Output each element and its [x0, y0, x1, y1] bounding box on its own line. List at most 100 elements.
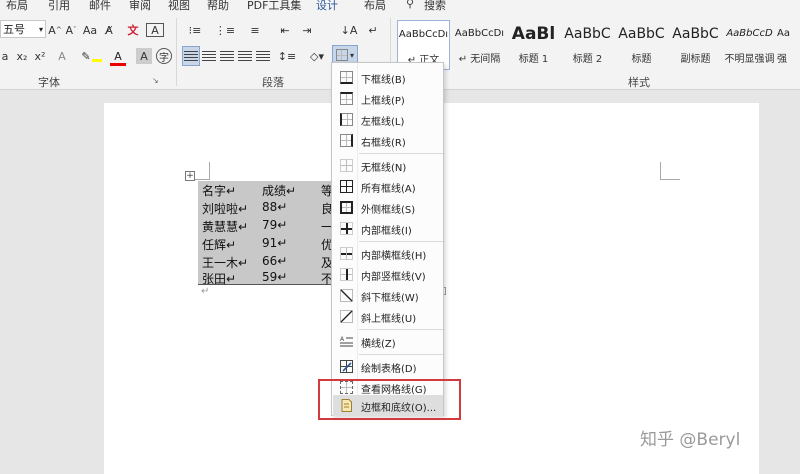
- sort-icon[interactable]: ↓A: [340, 20, 358, 40]
- style-title[interactable]: AaBbC 标题: [615, 20, 668, 70]
- search-icon[interactable]: ⚲: [406, 0, 414, 10]
- menu-item-bottom-border[interactable]: 下框线(B): [333, 67, 443, 88]
- enclose-char-icon[interactable]: 字: [156, 48, 172, 64]
- table-move-handle-icon[interactable]: +: [185, 171, 195, 181]
- table-cell[interactable]: 任辉↵: [202, 236, 236, 253]
- menu-item-draw-table[interactable]: 绘制表格(D): [333, 356, 443, 377]
- group-label-font: 字体: [38, 76, 60, 89]
- phonetic-guide-icon[interactable]: 文: [124, 20, 142, 40]
- style-heading-2[interactable]: AaBbC 标题 2: [561, 20, 614, 70]
- menu-item-label: 横线(Z): [361, 339, 396, 350]
- table-cell[interactable]: 59↵: [262, 270, 287, 284]
- menu-item-inside-borders[interactable]: 内部框线(I): [333, 218, 443, 239]
- style-sample: AaBbCcDı: [454, 28, 505, 39]
- menu-item-diagonal-up[interactable]: 斜上框线(U): [333, 306, 443, 327]
- style-subtle-emphasis[interactable]: AaBbCcD 不明显强调: [723, 20, 776, 70]
- group-label-paragraph: 段落: [262, 76, 284, 89]
- menu-item-inside-vertical[interactable]: 内部竖框线(V): [333, 264, 443, 285]
- align-right-icon[interactable]: [218, 46, 236, 66]
- table-cell[interactable]: 成绩↵: [262, 182, 296, 199]
- tab-help[interactable]: 帮助: [207, 0, 229, 13]
- watermark: 知乎 @Beryl: [640, 430, 741, 450]
- data-table[interactable]: 名字↵ 成绩↵ 等 刘啦啦↵ 88↵ 良 黄慧慧↵ 79↵ 一 任辉↵ 91↵ …: [198, 181, 335, 286]
- subscript-icon[interactable]: x₂: [14, 46, 30, 66]
- justify-icon[interactable]: [236, 46, 254, 66]
- style-name: ↵ 无间隔: [458, 54, 501, 65]
- border-inside-h-icon: [340, 247, 353, 260]
- increase-indent-icon[interactable]: ⇥: [298, 20, 316, 40]
- menu-item-top-border[interactable]: 上框线(P): [333, 88, 443, 109]
- menu-item-outside-borders[interactable]: 外侧框线(S): [333, 197, 443, 218]
- shading-icon[interactable]: ◇▾: [306, 46, 328, 66]
- border-left-icon: [340, 113, 353, 126]
- table-cell[interactable]: 66↵: [262, 254, 287, 268]
- table-cell[interactable]: 张田↵: [202, 270, 236, 287]
- superscript-icon[interactable]: x²: [32, 46, 48, 66]
- tab-references[interactable]: 引用: [48, 0, 70, 13]
- change-case-icon[interactable]: Aa: [82, 20, 98, 40]
- numbering-icon[interactable]: ⋮≡: [212, 20, 238, 40]
- char-shading-icon[interactable]: A: [136, 48, 152, 64]
- align-center-icon[interactable]: [200, 46, 218, 66]
- table-cell[interactable]: 79↵: [262, 218, 287, 232]
- menu-item-inside-horizontal[interactable]: 内部横框线(H): [333, 243, 443, 264]
- menu-item-label: 斜上框线(U): [361, 314, 417, 325]
- styles-gallery: AaBbCcDı ↵ 正文 AaBbCcDı ↵ 无间隔 AaBl 标题 1 A…: [395, 20, 800, 74]
- page-corner-mark: [660, 162, 680, 180]
- tab-table-layout[interactable]: 布局: [364, 0, 386, 13]
- tab-pdf-tools[interactable]: PDF工具集: [247, 0, 301, 13]
- style-name: 不明显强调: [724, 54, 775, 65]
- style-name: 强: [777, 54, 787, 65]
- table-cell[interactable]: 黄慧慧↵: [202, 218, 248, 235]
- style-name: 标题: [631, 54, 652, 65]
- tab-search[interactable]: 搜索: [424, 0, 446, 13]
- decrease-indent-icon[interactable]: ⇤: [276, 20, 294, 40]
- shrink-font-icon[interactable]: Aˇ: [64, 20, 78, 40]
- font-size-select[interactable]: 五号 ▾: [0, 20, 46, 38]
- highlight-icon[interactable]: ✎: [78, 46, 94, 66]
- table-row: 张田↵ 59↵ 不: [198, 269, 335, 286]
- bullets-icon[interactable]: ⁝≡: [182, 20, 208, 40]
- menu-separator: [359, 153, 443, 154]
- table-cell[interactable]: 91↵: [262, 236, 287, 250]
- line-spacing-icon[interactable]: ↕≡: [276, 46, 298, 66]
- table-row: 黄慧慧↵ 79↵ 一: [198, 217, 335, 234]
- menu-item-diagonal-down[interactable]: 斜下框线(W): [333, 285, 443, 306]
- table-cell[interactable]: 名字↵: [202, 182, 236, 199]
- clear-format-icon[interactable]: A̸: [100, 20, 118, 40]
- menu-item-right-border[interactable]: 右框线(R): [333, 130, 443, 151]
- table-cell[interactable]: 88↵: [262, 200, 287, 214]
- menu-item-no-border[interactable]: 无框线(N): [333, 155, 443, 176]
- style-subtitle[interactable]: AaBbC 副标题: [669, 20, 722, 70]
- border-outside-icon: [340, 201, 353, 214]
- multilevel-list-icon[interactable]: ≡: [242, 20, 268, 40]
- tab-review[interactable]: 审阅: [129, 0, 151, 13]
- table-cell[interactable]: 刘啦啦↵: [202, 200, 248, 217]
- text-effects-icon[interactable]: A: [54, 46, 70, 66]
- grow-font-icon[interactable]: A ^: [48, 20, 62, 40]
- highlight-color-swatch: [92, 59, 102, 62]
- ribbon-tabs: 布局 引用 邮件 审阅 视图 帮助 PDF工具集 设计 布局 ⚲ 搜索: [0, 0, 800, 16]
- tab-mailings[interactable]: 邮件: [89, 0, 111, 13]
- strikethrough-icon[interactable]: a: [0, 46, 10, 66]
- tab-layout[interactable]: 布局: [6, 0, 28, 13]
- menu-item-all-borders[interactable]: 所有框线(A): [333, 176, 443, 197]
- menu-separator: [359, 329, 443, 330]
- menu-item-horizontal-line[interactable]: A 横线(Z): [333, 331, 443, 352]
- menu-item-left-border[interactable]: 左框线(L): [333, 109, 443, 130]
- char-border-icon[interactable]: A: [146, 23, 164, 37]
- tab-design[interactable]: 设计: [316, 0, 338, 16]
- menu-item-label: 内部横框线(H): [361, 251, 427, 262]
- style-no-spacing[interactable]: AaBbCcDı ↵ 无间隔: [453, 20, 506, 70]
- menu-item-label: 无框线(N): [361, 163, 407, 174]
- style-heading-1[interactable]: AaBl 标题 1: [507, 20, 560, 70]
- style-strong[interactable]: Aa 强: [777, 20, 800, 70]
- menu-item-label: 所有框线(A): [361, 184, 416, 195]
- show-marks-icon[interactable]: ↵: [364, 20, 382, 40]
- style-sample: AaBbC: [672, 26, 719, 42]
- tab-view[interactable]: 视图: [168, 0, 190, 13]
- font-dialog-launcher-icon[interactable]: ↘: [152, 76, 159, 85]
- distributed-icon[interactable]: [254, 46, 272, 66]
- paragraph-mark: ↵: [201, 286, 210, 297]
- align-left-icon[interactable]: [182, 46, 200, 66]
